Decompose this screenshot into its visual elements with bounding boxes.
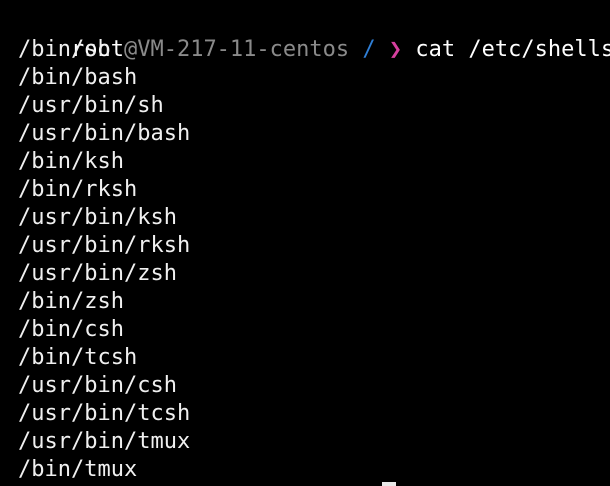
prompt-line: root@VM-217-11-centos / ❯ cat /etc/shell… [18,8,610,62]
terminal-window[interactable]: root@VM-217-11-centos / ❯ cat /etc/shell… [0,0,610,486]
output-line: /usr/bin/tmux [18,429,191,454]
command-output: /bin/sh /bin/bash /usr/bin/sh /usr/bin/b… [18,36,610,484]
prompt-directory: / [362,37,376,62]
output-line: /bin/csh [18,317,124,342]
output-line: /usr/bin/zsh [18,261,177,286]
output-line: /usr/bin/rksh [18,233,191,258]
output-line: /bin/tmux [18,457,138,482]
output-line: /bin/rksh [18,177,138,202]
output-line: /bin/zsh [18,289,124,314]
prompt-host: @VM-217-11-centos [123,37,350,62]
prompt-arrow-icon: ❯ [388,37,403,62]
output-line: /usr/bin/csh [18,373,177,398]
command-text: cat /etc/shells [415,37,610,62]
output-line: /usr/bin/bash [18,121,191,146]
output-line: /bin/bash [18,65,138,90]
output-line: /bin/tcsh [18,345,138,370]
output-line: /bin/ksh [18,149,124,174]
output-line: /usr/bin/ksh [18,205,177,230]
output-line: /usr/bin/sh [18,93,164,118]
output-line: /usr/bin/tcsh [18,401,191,426]
text-cursor [382,482,396,486]
